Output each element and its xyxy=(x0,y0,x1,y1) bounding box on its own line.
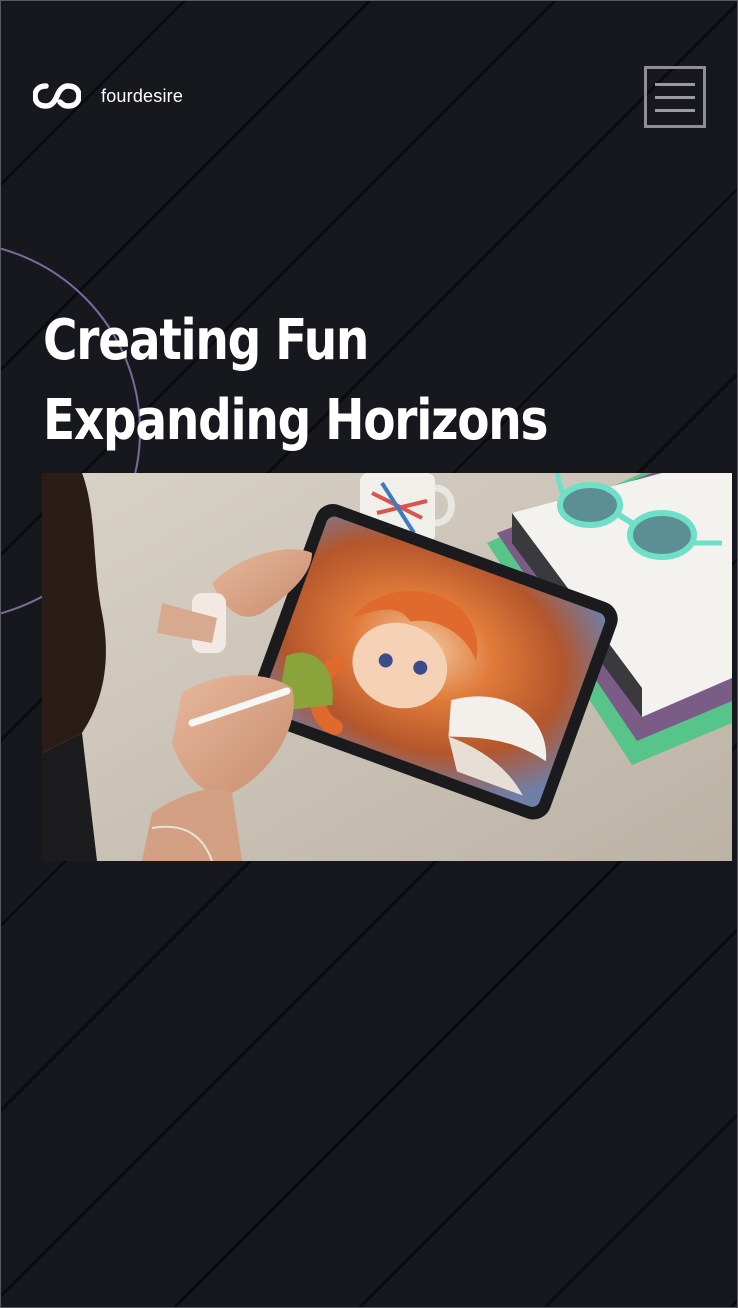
logo-link[interactable]: fourdesire xyxy=(33,83,183,109)
hero-image xyxy=(42,473,732,861)
hero-line-2: Expanding Horizons xyxy=(43,388,548,453)
hero-heading: Creating Fun Expanding Horizons xyxy=(43,301,548,461)
site-header: fourdesire xyxy=(33,83,183,109)
brand-name: fourdesire xyxy=(101,85,184,106)
hamburger-menu-icon xyxy=(655,82,695,86)
infinity-icon xyxy=(33,83,81,109)
hero-line-1: Creating Fun xyxy=(43,308,369,373)
hero-image-illustration xyxy=(42,473,732,861)
hamburger-menu-icon-line xyxy=(655,95,695,99)
page: fourdesire Creating Fun Expanding Horizo… xyxy=(0,0,738,1308)
hamburger-menu-icon-line xyxy=(655,108,695,112)
menu-button[interactable] xyxy=(644,66,706,128)
